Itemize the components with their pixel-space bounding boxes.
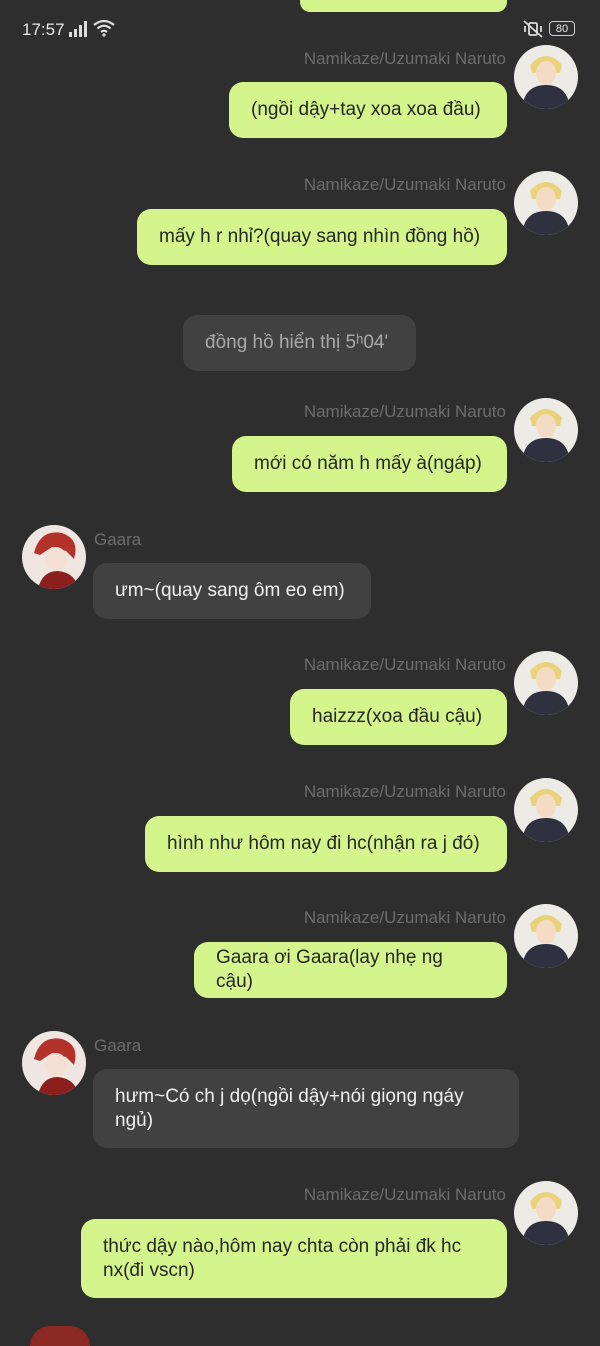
avatar-naruto[interactable] xyxy=(514,778,578,842)
next-avatar-edge xyxy=(30,1326,90,1346)
avatar-naruto[interactable] xyxy=(514,398,578,462)
mute-vibrate-icon xyxy=(522,19,544,39)
message-bubble[interactable]: thức dậy nào,hôm nay chta còn phải đk hc… xyxy=(81,1219,507,1298)
sender-name: Namikaze/Uzumaki Naruto xyxy=(303,49,506,68)
message-bubble[interactable]: haizzz(xoa đầu cậu) xyxy=(290,689,507,745)
system-message: đồng hồ hiển thị 5ʰ04' xyxy=(183,315,416,371)
avatar-gaara[interactable] xyxy=(22,525,86,589)
avatar-naruto[interactable] xyxy=(514,904,578,968)
message-bubble[interactable]: hình như hôm nay đi hc(nhận ra j đó) xyxy=(145,816,507,872)
message-bubble[interactable]: ưm~(quay sang ôm eo em) xyxy=(93,563,371,619)
signal-icon xyxy=(68,21,90,37)
sender-name: Gaara xyxy=(94,1036,142,1055)
status-time: 17:57 xyxy=(22,20,65,39)
status-bar: 17:57 80 xyxy=(0,0,600,60)
message-bubble[interactable]: (ngồi dậy+tay xoa xoa đầu) xyxy=(229,82,507,138)
avatar-gaara[interactable] xyxy=(22,1031,86,1095)
message-bubble[interactable]: Gaara ơi Gaara(lay nhẹ ng cậu) xyxy=(194,942,507,998)
avatar-naruto[interactable] xyxy=(514,45,578,109)
previous-message-bubble-edge xyxy=(300,0,507,12)
avatar-naruto[interactable] xyxy=(514,651,578,715)
avatar-naruto[interactable] xyxy=(514,171,578,235)
message-bubble[interactable]: hưm~Có ch j dọ(ngồi dậy+nói giọng ngáy n… xyxy=(93,1069,519,1148)
sender-name: Namikaze/Uzumaki Naruto xyxy=(303,175,506,194)
sender-name: Namikaze/Uzumaki Naruto xyxy=(303,655,506,674)
wifi-icon xyxy=(93,19,115,37)
sender-name: Namikaze/Uzumaki Naruto xyxy=(303,402,506,421)
avatar-naruto[interactable] xyxy=(514,1181,578,1245)
battery-icon: 80 xyxy=(549,21,575,36)
sender-name: Namikaze/Uzumaki Naruto xyxy=(303,782,506,801)
sender-name: Namikaze/Uzumaki Naruto xyxy=(303,908,506,927)
sender-name: Gaara xyxy=(94,530,142,549)
sender-name: Namikaze/Uzumaki Naruto xyxy=(303,1185,506,1204)
message-bubble[interactable]: mấy h r nhỉ?(quay sang nhìn đồng hồ) xyxy=(137,209,507,265)
message-bubble[interactable]: mới có năm h mấy à(ngáp) xyxy=(232,436,507,492)
